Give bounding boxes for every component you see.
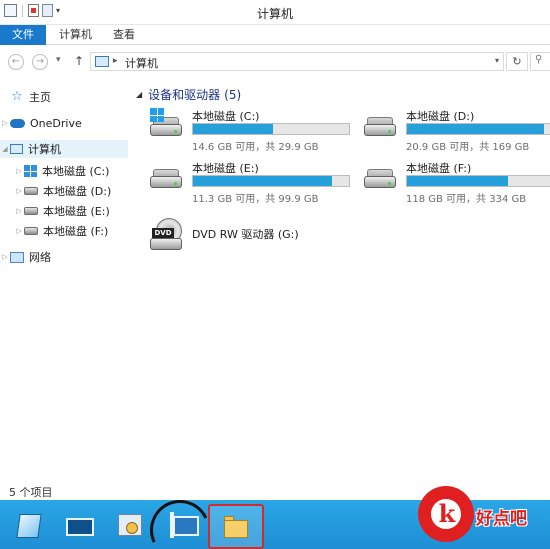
computer-icon	[95, 56, 109, 67]
terminal-icon	[66, 518, 94, 536]
group-count: (5)	[224, 87, 242, 102]
drive-usage-bar	[192, 123, 350, 135]
sidebar-item-label: 本地磁盘 (C:)	[42, 165, 110, 178]
taskbar-app-control-panel[interactable]	[112, 508, 148, 544]
navigation-pane: ☆ 主页 ▷ OneDrive ◢ 计算机 ▷ 本地磁盘 (C:) ▷ 本地磁盘…	[0, 80, 128, 480]
drive-space-info: 118 GB 可用，共 334 GB	[406, 194, 527, 205]
expand-icon[interactable]: ▷	[14, 187, 24, 195]
gear-logo-icon: k	[418, 486, 474, 542]
search-input[interactable]: ⚲	[530, 52, 550, 71]
taskbar-app-notepad[interactable]	[12, 508, 48, 544]
drive-tile-dvd[interactable]: DVD DVD RW 驱动器 (G:)	[148, 218, 388, 258]
sidebar-item-onedrive[interactable]: ▷ OneDrive	[0, 114, 128, 132]
collapse-icon[interactable]: ◢	[136, 90, 142, 99]
group-title: 设备和驱动器	[148, 88, 221, 102]
expand-icon[interactable]: ▷	[0, 253, 10, 261]
drive-tile-d[interactable]: 本地磁盘 (D:) 20.9 GB 可用，共 169 GB	[362, 108, 550, 153]
drive-name: 本地磁盘 (D:)	[406, 110, 475, 123]
drive-tile-c[interactable]: 本地磁盘 (C:) 14.6 GB 可用，共 29.9 GB	[148, 108, 350, 153]
search-icon: ⚲	[535, 54, 543, 65]
ribbon-tabs: 文件 计算机 查看	[0, 25, 550, 45]
chevron-down-icon[interactable]: ▾	[495, 56, 499, 65]
back-button[interactable]: ←	[8, 54, 24, 70]
star-icon: ☆	[11, 89, 23, 104]
hard-drive-icon	[24, 187, 38, 195]
tab-computer[interactable]: 计算机	[59, 25, 92, 45]
cloud-icon	[10, 118, 25, 128]
expand-icon[interactable]: ▷	[14, 207, 24, 215]
up-button[interactable]: ↑	[74, 54, 84, 68]
item-count: 5 个项目	[9, 486, 53, 499]
watermark: k 好点吧	[410, 480, 550, 549]
windows-logo-icon	[150, 108, 164, 122]
taskbar-app-terminal[interactable]	[62, 508, 98, 544]
sidebar-item-network[interactable]: ▷ 网络	[0, 248, 128, 266]
address-path[interactable]: 计算机	[125, 55, 158, 71]
computer-icon	[10, 144, 23, 154]
sidebar-item-drive-c[interactable]: ▷ 本地磁盘 (C:)	[0, 162, 128, 180]
collapse-icon[interactable]: ◢	[0, 145, 10, 153]
sidebar-item-label: 网络	[29, 251, 51, 264]
drive-name: 本地磁盘 (E:)	[192, 162, 259, 175]
sidebar-item-drive-e[interactable]: ▷ 本地磁盘 (E:)	[0, 202, 128, 220]
sidebar-item-label: 本地磁盘 (D:)	[43, 185, 112, 198]
title-bar: ▾ 计算机	[0, 0, 550, 25]
drive-space-info: 14.6 GB 可用，共 29.9 GB	[192, 142, 319, 153]
sidebar-item-label: 本地磁盘 (E:)	[43, 205, 110, 218]
drive-name: 本地磁盘 (F:)	[406, 162, 472, 175]
sidebar-item-label: OneDrive	[30, 116, 82, 130]
recent-locations-icon[interactable]: ▾	[56, 55, 61, 65]
tab-view[interactable]: 查看	[113, 25, 135, 45]
hard-drive-icon	[24, 227, 38, 235]
network-icon	[10, 251, 24, 263]
hard-drive-icon	[148, 108, 184, 144]
content-pane: ◢ 设备和驱动器 (5) 本地磁盘 (C:) 14.6 GB 可用，共 29.9…	[128, 80, 550, 480]
drive-space-info: 20.9 GB 可用，共 169 GB	[406, 142, 530, 153]
navigation-bar: ← → ▾ ↑ ▸ 计算机 ▾ ↻ ⚲	[0, 47, 550, 75]
tab-file[interactable]: 文件	[0, 25, 46, 45]
windows-drive-icon	[24, 165, 37, 177]
sidebar-item-label: 本地磁盘 (F:)	[43, 225, 109, 238]
hard-drive-icon	[362, 114, 398, 144]
drive-name: 本地磁盘 (C:)	[192, 110, 260, 123]
drive-usage-bar	[192, 175, 350, 187]
sidebar-item-home[interactable]: ☆ 主页	[0, 88, 128, 106]
hard-drive-icon	[148, 166, 184, 196]
expand-icon[interactable]: ▷	[0, 119, 10, 127]
drive-tile-f[interactable]: 本地磁盘 (F:) 118 GB 可用，共 334 GB	[362, 160, 550, 205]
drive-name: DVD RW 驱动器 (G:)	[192, 228, 299, 241]
drive-tile-e[interactable]: 本地磁盘 (E:) 11.3 GB 可用，共 99.9 GB	[148, 160, 350, 205]
drive-usage-bar	[406, 123, 550, 135]
drive-space-info: 11.3 GB 可用，共 99.9 GB	[192, 194, 319, 205]
sidebar-item-label: 计算机	[28, 143, 61, 156]
sidebar-item-label: 主页	[29, 91, 51, 104]
expand-icon[interactable]: ▷	[14, 167, 24, 175]
sidebar-item-computer[interactable]: ◢ 计算机	[0, 140, 128, 158]
folder-icon	[224, 520, 248, 538]
hard-drive-icon	[24, 207, 38, 215]
expand-icon[interactable]: ▷	[14, 227, 24, 235]
drive-usage-bar	[406, 175, 550, 187]
notepad-icon	[16, 514, 42, 538]
sidebar-item-drive-f[interactable]: ▷ 本地磁盘 (F:)	[0, 222, 128, 240]
chevron-right-icon[interactable]: ▸	[113, 56, 118, 66]
watermark-text: 好点吧	[476, 509, 527, 529]
address-bar[interactable]: ▸ 计算机 ▾	[90, 52, 504, 71]
window-title: 计算机	[256, 7, 293, 21]
refresh-button[interactable]: ↻	[506, 52, 528, 71]
sidebar-item-drive-d[interactable]: ▷ 本地磁盘 (D:)	[0, 182, 128, 200]
hard-drive-icon	[362, 166, 398, 196]
group-header[interactable]: ◢ 设备和驱动器 (5)	[136, 86, 241, 103]
dvd-badge: DVD	[152, 228, 174, 238]
forward-button[interactable]: →	[32, 54, 48, 70]
taskbar-app-file-explorer[interactable]	[208, 504, 264, 549]
